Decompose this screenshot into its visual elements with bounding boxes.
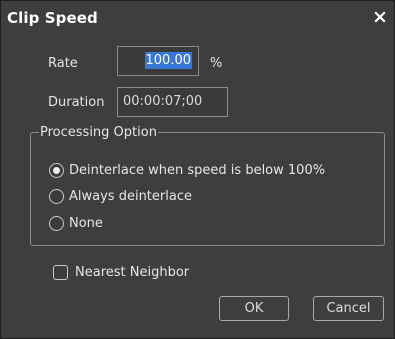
nearest-neighbor-option[interactable]: Nearest Neighbor (53, 263, 189, 281)
dialog-title: Clip Speed (7, 9, 98, 27)
duration-input[interactable]: 00:00:07;00 (117, 87, 228, 117)
cancel-button[interactable]: Cancel (313, 296, 384, 321)
radio-label-none: None (69, 215, 103, 231)
processing-option-legend: Processing Option (40, 125, 157, 140)
radio-button[interactable] (49, 188, 64, 204)
radio-always-deinterlace[interactable]: Always deinterlace (49, 186, 192, 206)
rate-unit-label: % (210, 56, 223, 71)
nearest-neighbor-label: Nearest Neighbor (75, 264, 190, 280)
radio-button[interactable] (49, 215, 64, 231)
radio-none[interactable]: None (49, 213, 103, 233)
close-icon[interactable] (372, 9, 388, 25)
ok-button[interactable]: OK (219, 296, 289, 321)
radio-deinterlace-below-100[interactable]: Deinterlace when speed is below 100% (49, 160, 325, 180)
nearest-neighbor-checkbox[interactable] (53, 264, 68, 280)
title-bar[interactable]: Clip Speed (1, 1, 394, 35)
radio-button-checked[interactable] (49, 162, 64, 178)
clip-speed-dialog: Clip Speed Rate 100.00 % Duration 00:00:… (0, 0, 395, 339)
radio-label-always-deinterlace: Always deinterlace (69, 188, 192, 204)
rate-label: Rate (48, 56, 78, 71)
rate-input[interactable]: 100.00 (117, 46, 199, 76)
rate-input-value: 100.00 (144, 52, 192, 69)
radio-label-deinterlace-below-100: Deinterlace when speed is below 100% (69, 162, 326, 178)
close-icon-glyph (374, 11, 386, 23)
duration-label: Duration (48, 95, 105, 110)
